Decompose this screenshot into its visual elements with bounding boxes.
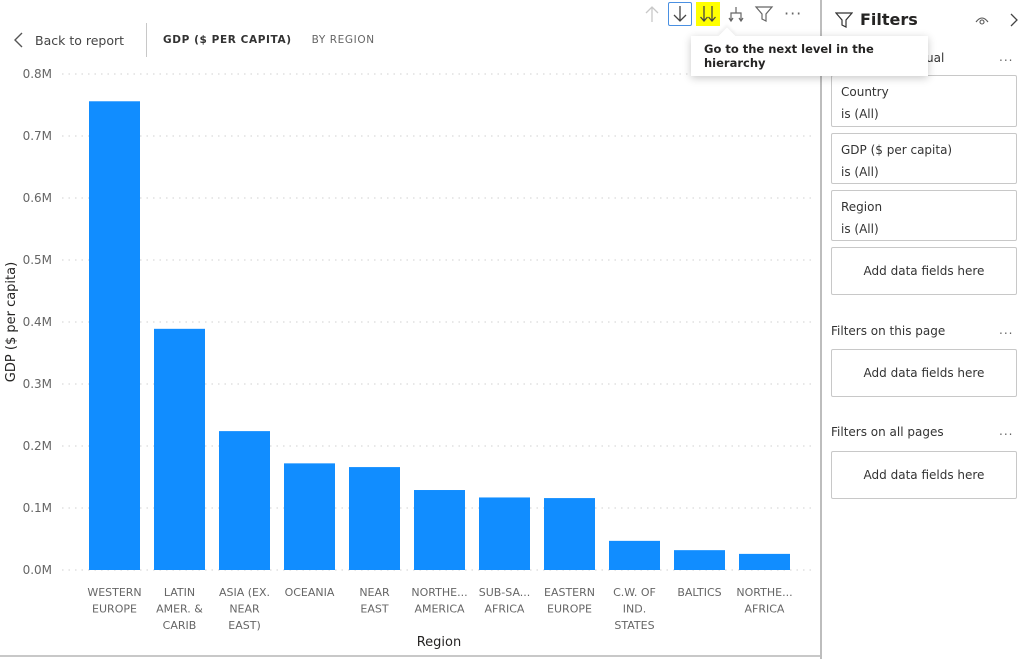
- filters-title: Filters: [860, 10, 918, 29]
- x-tick-label: NEAR: [359, 586, 390, 599]
- breadcrumb-dimension: BY REGION: [311, 34, 375, 46]
- visual-header-toolbar: ···: [640, 2, 802, 26]
- x-axis-title: Region: [417, 635, 462, 650]
- y-tick-label: 0.6M: [23, 191, 52, 205]
- x-tick-label: AMERICA: [414, 603, 465, 616]
- x-tick-label: AFRICA: [485, 603, 525, 616]
- x-tick-label: C.W. OF: [613, 586, 656, 599]
- bar[interactable]: [479, 497, 530, 570]
- bar[interactable]: [739, 553, 790, 570]
- filters-visual-section-label: ual: [926, 51, 945, 65]
- filters-page-section-label: Filters on this page: [831, 324, 946, 338]
- filter-field-name: Country: [841, 85, 889, 99]
- bar[interactable]: [284, 463, 335, 570]
- y-tick-label: 0.3M: [23, 377, 52, 391]
- report-bottom-border: [0, 655, 821, 657]
- x-tick-label: LATIN: [164, 586, 195, 599]
- more-options-button[interactable]: ···: [784, 6, 802, 22]
- x-tick-label: OCEANIA: [285, 586, 335, 599]
- back-to-report-label: Back to report: [35, 32, 125, 48]
- bar[interactable]: [674, 550, 725, 570]
- x-tick-label: IND.: [623, 603, 646, 616]
- page-section-more-button[interactable]: ...: [999, 323, 1013, 337]
- bar[interactable]: [544, 498, 595, 570]
- bar[interactable]: [154, 328, 205, 570]
- drill-mode-toggle[interactable]: [668, 2, 692, 26]
- y-tick-label: 0.4M: [23, 315, 52, 329]
- filter-icon: [754, 6, 774, 22]
- x-tick-label: SUB-SA...: [479, 586, 531, 599]
- filter-card-country[interactable]: Country is (All): [831, 75, 1017, 127]
- back-to-report-button[interactable]: Back to report: [12, 31, 124, 49]
- bar[interactable]: [349, 467, 400, 570]
- y-tick-label: 0.8M: [23, 67, 52, 81]
- breadcrumb-measure: GDP ($ PER CAPITA): [163, 34, 292, 46]
- x-tick-label: EUROPE: [92, 603, 137, 616]
- filter-card-region[interactable]: Region is (All): [831, 190, 1017, 241]
- filter-field-name: Region: [841, 200, 883, 214]
- next-level-tooltip: Go to the next level in the hierarchy: [691, 36, 928, 76]
- x-tick-label: CARIB: [163, 619, 197, 632]
- x-tick-label: NEAR: [229, 603, 260, 616]
- filters-pane: Filters ual ... Country is (All) GDP ($ …: [822, 0, 1024, 659]
- visual-section-more-button[interactable]: ...: [999, 50, 1013, 64]
- x-tick-label: EUROPE: [547, 603, 592, 616]
- expand-hierarchy-button[interactable]: [724, 2, 748, 26]
- chevron-left-icon: [14, 32, 23, 48]
- bar[interactable]: [219, 431, 270, 570]
- y-tick-label: 0.1M: [23, 501, 52, 515]
- filter-button[interactable]: [752, 2, 776, 26]
- filter-icon: [835, 11, 853, 28]
- drill-nav-bar: Back to report GDP ($ PER CAPITA) BY REG…: [0, 22, 375, 58]
- y-axis-title: GDP ($ per capita): [4, 262, 19, 382]
- arrow-up-icon: [645, 6, 659, 22]
- x-tick-label: NORTHE...: [411, 586, 467, 599]
- visual-add-fields-dropzone[interactable]: Add data fields here: [831, 247, 1017, 295]
- x-tick-label: AMER. &: [156, 603, 203, 616]
- drill-up-button[interactable]: [640, 2, 664, 26]
- y-tick-label: 0.0M: [23, 563, 52, 577]
- all-pages-add-fields-dropzone[interactable]: Add data fields here: [831, 451, 1017, 499]
- filter-field-value: is (All): [841, 107, 879, 121]
- filter-card-gdp[interactable]: GDP ($ per capita) is (All): [831, 133, 1017, 184]
- bar[interactable]: [414, 490, 465, 570]
- next-level-button[interactable]: [696, 2, 720, 26]
- eye-icon[interactable]: [974, 13, 990, 27]
- fork-down-icon: [728, 7, 744, 23]
- bar[interactable]: [89, 101, 140, 570]
- filter-field-value: is (All): [841, 222, 879, 236]
- filter-field-name: GDP ($ per capita): [841, 143, 953, 157]
- x-tick-label: NORTHE...: [736, 586, 792, 599]
- x-tick-label: EAST: [360, 603, 388, 616]
- x-tick-label: BALTICS: [677, 586, 721, 599]
- page-add-fields-dropzone[interactable]: Add data fields here: [831, 349, 1017, 397]
- chevron-right-icon[interactable]: [1008, 12, 1020, 28]
- y-tick-label: 0.5M: [23, 253, 52, 267]
- filters-header: Filters: [835, 10, 918, 29]
- filter-field-value: is (All): [841, 165, 879, 179]
- y-tick-label: 0.7M: [23, 129, 52, 143]
- all-pages-section-more-button[interactable]: ...: [999, 424, 1013, 438]
- x-tick-label: EASTERN: [544, 586, 595, 599]
- x-tick-label: AFRICA: [745, 603, 785, 616]
- x-tick-label: ASIA (EX.: [219, 586, 270, 599]
- x-tick-label: EAST): [228, 619, 260, 632]
- nav-divider: [146, 23, 148, 57]
- double-arrow-down-icon: [700, 6, 716, 22]
- bar[interactable]: [609, 540, 660, 570]
- arrow-down-icon: [673, 6, 687, 22]
- x-tick-label: STATES: [614, 619, 654, 632]
- x-tick-label: WESTERN: [87, 586, 141, 599]
- y-tick-label: 0.2M: [23, 439, 52, 453]
- filters-all-pages-section-label: Filters on all pages: [831, 425, 944, 439]
- bar-chart: 0.0M 0.1M 0.2M 0.3M 0.4M 0.5M 0.6M 0.7M 0.8M WEST…: [4, 67, 815, 650]
- report-canvas: Back to report GDP ($ PER CAPITA) BY REG…: [0, 0, 821, 655]
